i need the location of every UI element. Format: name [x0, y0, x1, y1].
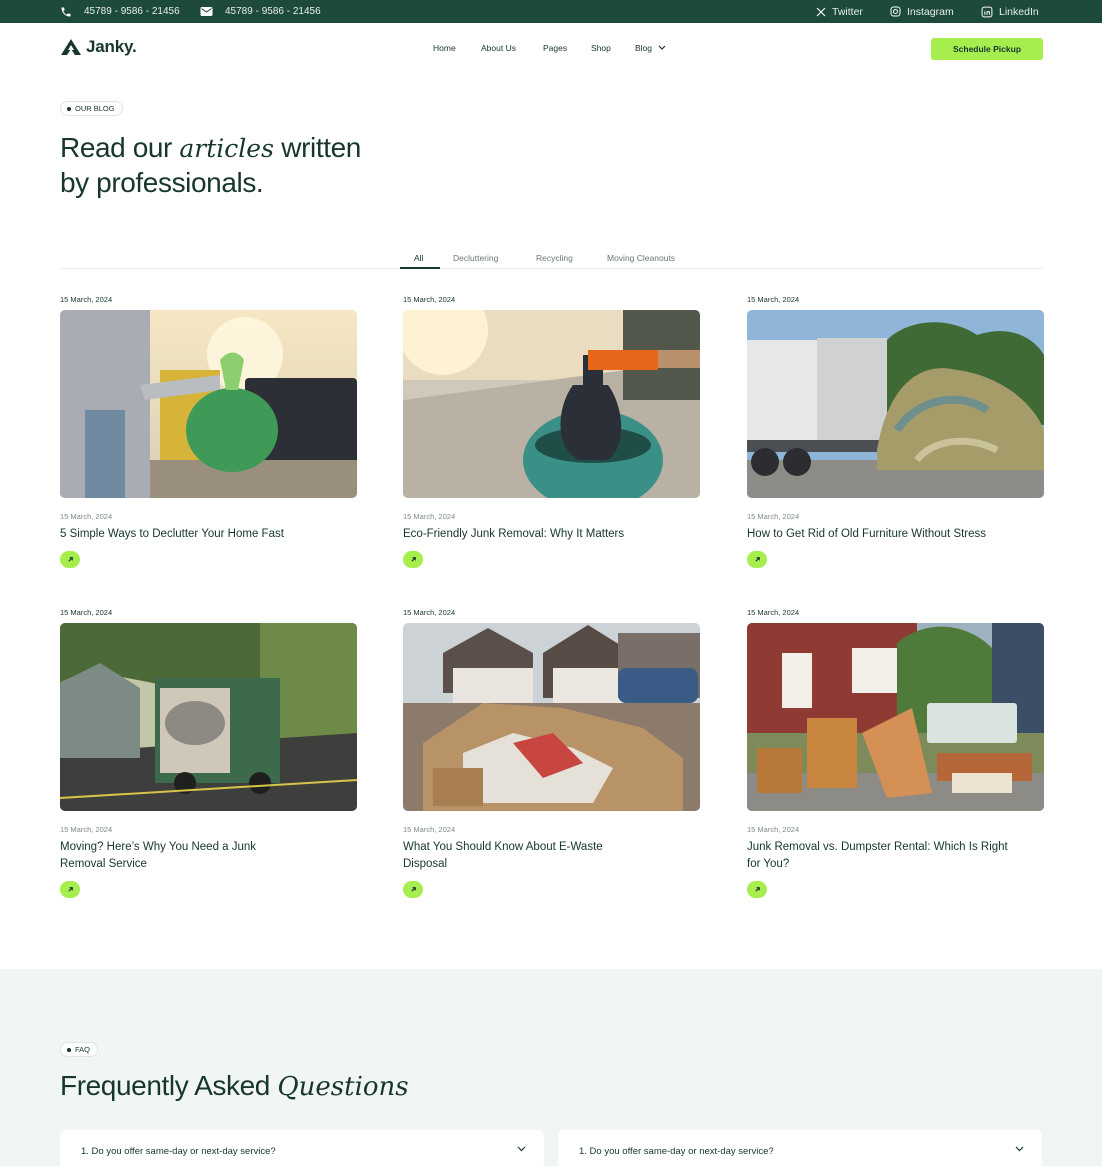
badge-dot [67, 1047, 71, 1052]
arrow-up-right-icon [754, 887, 760, 892]
badge-dot [67, 106, 71, 111]
social-linkedin[interactable]: LinkedIn [981, 0, 1039, 23]
arrow-up-right-icon [67, 557, 73, 562]
read-more-button[interactable] [60, 881, 80, 898]
post-title[interactable]: Junk Removal vs. Dumpster Rental: Which … [747, 839, 1017, 873]
post-title[interactable]: What You Should Know About E-Waste Dispo… [403, 839, 643, 873]
chevron-down-icon [517, 1146, 526, 1152]
mail-icon [200, 7, 213, 16]
read-more-button[interactable] [60, 551, 80, 568]
post-title[interactable]: How to Get Rid of Old Furniture Without … [747, 526, 1037, 543]
headline-text-1: Read our [60, 132, 180, 163]
nav-pages[interactable]: Pages [543, 43, 567, 53]
post-meta-date: 15 March, 2024 [60, 512, 113, 521]
post-date: 15 March, 2024 [403, 295, 456, 304]
faq-question-item[interactable]: 1. Do you offer same-day or next-day ser… [558, 1130, 1042, 1166]
post-image[interactable] [60, 623, 357, 811]
headline-text-2: written [273, 132, 361, 163]
blog-badge: OUR BLOG [60, 101, 123, 116]
arrow-up-right-icon [410, 557, 416, 562]
post-meta-date: 15 March, 2024 [747, 825, 800, 834]
post-title[interactable]: Eco-Friendly Junk Removal: Why It Matter… [403, 526, 673, 543]
top-bar: 45789 - 9586 - 21456 45789 - 9586 - 2145… [0, 0, 1102, 23]
post-date: 15 March, 2024 [60, 295, 113, 304]
tab-all[interactable]: All [414, 253, 423, 263]
faq-title-italic: Questions [277, 1072, 409, 1102]
post-date: 15 March, 2024 [60, 608, 113, 617]
post-image[interactable] [403, 310, 700, 498]
social-twitter[interactable]: Twitter [816, 0, 863, 23]
twitter-label: Twitter [832, 5, 863, 18]
read-more-button[interactable] [747, 881, 767, 898]
post-meta-date: 15 March, 2024 [60, 825, 113, 834]
nav-about-us[interactable]: About Us [481, 43, 516, 53]
linkedin-label: LinkedIn [999, 5, 1039, 18]
post-meta-date: 15 March, 2024 [747, 512, 800, 521]
tab-moving-cleanouts[interactable]: Moving Cleanouts [607, 253, 675, 263]
faq-question-item[interactable]: 1. Do you offer same-day or next-day ser… [60, 1130, 544, 1166]
post-title[interactable]: Moving? Here’s Why You Need a Junk Remov… [60, 839, 300, 873]
nav-shop[interactable]: Shop [591, 43, 611, 53]
instagram-icon [890, 6, 901, 17]
post-image[interactable] [747, 623, 1044, 811]
read-more-button[interactable] [403, 551, 423, 568]
tabs-divider [60, 268, 1043, 269]
post-date: 15 March, 2024 [403, 608, 456, 617]
tab-recycling[interactable]: Recycling [536, 253, 573, 263]
faq-badge: FAQ [60, 1042, 99, 1057]
instagram-label: Instagram [907, 5, 954, 18]
schedule-pickup-button[interactable]: Schedule Pickup [931, 38, 1043, 60]
post-title[interactable]: 5 Simple Ways to Declutter Your Home Fas… [60, 526, 330, 543]
faq-title: Frequently Asked Questions [60, 1068, 409, 1105]
arrow-up-right-icon [410, 887, 416, 892]
faq-question-text: 1. Do you offer same-day or next-day ser… [81, 1146, 276, 1157]
phone-number: 45789 - 9586 - 21456 [84, 6, 180, 17]
logo-mark-icon [61, 39, 81, 55]
site-header: Janky. Home About Us Pages Shop Blog Sch… [0, 23, 1102, 75]
nav-home[interactable]: Home [433, 43, 456, 53]
logo[interactable]: Janky. [60, 37, 137, 57]
linkedin-icon [981, 6, 993, 17]
email-address: 45789 - 9586 - 21456 [225, 6, 321, 17]
read-more-button[interactable] [747, 551, 767, 568]
arrow-up-right-icon [754, 557, 760, 562]
social-instagram[interactable]: Instagram [890, 0, 954, 23]
faq-question-text: 1. Do you offer same-day or next-day ser… [579, 1146, 774, 1157]
phone-icon [61, 7, 71, 16]
headline-text-3: by professionals. [60, 167, 264, 198]
chevron-down-icon [1015, 1146, 1024, 1152]
tab-decluttering[interactable]: Decluttering [453, 253, 498, 263]
blog-badge-label: OUR BLOG [75, 104, 115, 113]
post-meta-date: 15 March, 2024 [403, 512, 456, 521]
post-date: 15 March, 2024 [747, 608, 800, 617]
logo-text: Janky. [86, 37, 137, 56]
post-image[interactable] [60, 310, 357, 498]
chevron-down-icon [658, 45, 666, 50]
active-tab-indicator [400, 267, 440, 269]
faq-badge-label: FAQ [75, 1045, 91, 1054]
email-contact[interactable]: 45789 - 9586 - 21456 [200, 0, 321, 23]
x-twitter-icon [816, 7, 826, 16]
nav-blog[interactable]: Blog [635, 43, 652, 53]
read-more-button[interactable] [403, 881, 423, 898]
headline-italic: articles [179, 134, 274, 163]
post-image[interactable] [403, 623, 700, 811]
post-meta-date: 15 March, 2024 [403, 825, 456, 834]
post-image[interactable] [747, 310, 1044, 498]
arrow-up-right-icon [67, 887, 73, 892]
blog-headline: Read our articles written by professiona… [60, 131, 361, 200]
post-date: 15 March, 2024 [747, 295, 800, 304]
phone-contact[interactable]: 45789 - 9586 - 21456 [60, 0, 180, 23]
faq-title-text: Frequently Asked [60, 1070, 278, 1101]
